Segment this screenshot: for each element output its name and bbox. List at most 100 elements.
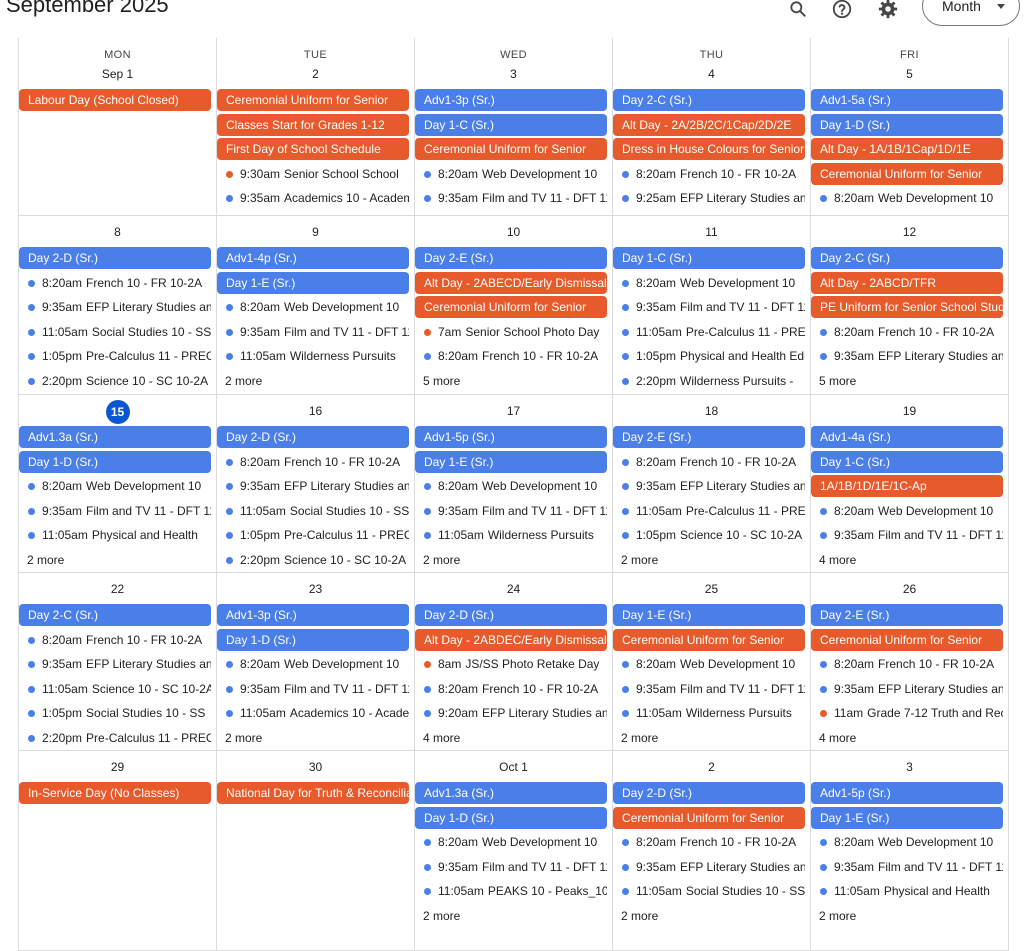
more-events-link[interactable]: 2 more	[613, 727, 658, 749]
all-day-event-chip[interactable]: National Day for Truth & Reconciliation	[217, 782, 409, 804]
all-day-event-chip[interactable]: Ceremonial Uniform for Senior	[217, 89, 409, 111]
timed-event[interactable]: 9:35am Film and TV 11 - DFT 11	[217, 321, 409, 343]
day-cell[interactable]: 24 Day 2-D (Sr.) Alt Day - 2ABDEC/Early Di…	[415, 573, 613, 751]
more-events-link[interactable]: 2 more	[217, 370, 262, 392]
timed-event[interactable]: 8:20am French 10 - FR 10-2A	[415, 678, 607, 700]
all-day-event-chip[interactable]: Day 2-D (Sr.)	[613, 782, 805, 804]
settings-icon[interactable]	[875, 0, 901, 22]
timed-event[interactable]: 8:20am Web Development 10	[811, 831, 1003, 853]
timed-event[interactable]: 11:05am Pre-Calculus 11 - PREC	[613, 321, 805, 343]
timed-event[interactable]: 8:20am French 10 - FR 10-2A	[19, 629, 211, 651]
timed-event[interactable]: 8:20am Web Development 10	[811, 500, 1003, 522]
date-number[interactable]: 24	[415, 582, 612, 596]
day-cell[interactable]: 12 Day 2-C (Sr.) Alt Day - 2ABCD/TFR PE Uni…	[811, 216, 1009, 395]
timed-event[interactable]: 9:35am Film and TV 11 - DFT 11	[613, 678, 805, 700]
all-day-event-chip[interactable]: Alt Day - 2A/2B/2C/1Cap/2D/2E	[613, 113, 805, 136]
day-cell[interactable]: 11 Day 1-C (Sr.) 8:20am Web Development 10 9…	[613, 216, 811, 395]
all-day-event-chip[interactable]: Adv1.3a (Sr.)	[415, 782, 607, 804]
timed-event[interactable]: 9:35amAcademics 10 - Academics	[217, 187, 409, 209]
timed-event[interactable]: 8:20am French 10 - FR 10-2A	[811, 321, 1003, 343]
date-number[interactable]: 11	[613, 225, 810, 239]
all-day-event-chip[interactable]: Day 2-E (Sr.)	[415, 247, 607, 269]
all-day-event-chip[interactable]: Adv1-4a (Sr.)	[811, 426, 1003, 448]
all-day-event-chip[interactable]: Adv1-5p (Sr.)	[415, 426, 607, 448]
date-number[interactable]: 30	[217, 760, 414, 774]
day-cell[interactable]: 29 In-Service Day (No Classes)	[19, 751, 217, 951]
timed-event[interactable]: 8:20am French 10 - FR 10-2A	[613, 163, 805, 185]
timed-event[interactable]: 11:05am Wilderness Pursuits	[613, 702, 805, 724]
today-date-number[interactable]: 15	[19, 400, 216, 424]
timed-event[interactable]: 1:05pm Social Studies 10 - SS	[19, 702, 211, 724]
timed-event[interactable]: 11:05amAcademics 10 - Academics	[217, 702, 409, 724]
help-icon[interactable]	[829, 0, 855, 22]
timed-event[interactable]: 9:35am Film and TV 11 - DFT 11	[415, 856, 607, 878]
date-number[interactable]: 25	[613, 582, 810, 596]
timed-event[interactable]: 11:05am Physical and Health	[811, 880, 1003, 902]
day-cell[interactable]: Oct 1 Adv1.3a (Sr.) Day 1-D (Sr.) 8:20am Web…	[415, 751, 613, 951]
timed-event[interactable]: 8:20am Web Development 10	[217, 296, 409, 318]
timed-event[interactable]: 9:35am EFP Literary Studies and	[613, 475, 805, 497]
all-day-event-chip[interactable]: 1A/1B/1D/1E/1C-Ap	[811, 475, 1003, 497]
timed-event[interactable]: 8:20am French 10 - FR 10-2A	[217, 451, 409, 473]
view-switcher-button[interactable]: Month	[922, 0, 1020, 26]
date-number[interactable]: 18	[613, 404, 810, 418]
timed-event[interactable]: 8:20am Web Development 10	[415, 831, 607, 853]
date-number[interactable]: 29	[19, 760, 216, 774]
day-cell[interactable]: MON Sep 1 Labour Day (School Closed)	[19, 38, 217, 216]
day-cell[interactable]: THU 4 Day 2-C (Sr.) Alt Day - 2A/2B/2C/1Cap…	[613, 38, 811, 216]
all-day-event-chip[interactable]: Day 1-D (Sr.)	[415, 806, 607, 829]
search-icon[interactable]	[785, 0, 811, 22]
date-number[interactable]: 3	[415, 67, 612, 81]
all-day-event-chip[interactable]: Day 1-E (Sr.)	[415, 450, 607, 473]
more-events-link[interactable]: 4 more	[415, 727, 460, 749]
timed-event[interactable]: 11amGrade 7-12 Truth and Reconciliation	[811, 702, 1003, 724]
timed-event[interactable]: 9:35am EFP Literary Studies and	[19, 296, 211, 318]
timed-event[interactable]: 2:20pm Science 10 - SC 10-2A	[19, 370, 211, 392]
timed-event[interactable]: 2:20pm Science 10 - SC 10-2A	[217, 549, 409, 571]
timed-event[interactable]: 8:20am Web Development 10	[811, 187, 1003, 209]
date-number[interactable]: 4	[613, 67, 810, 81]
all-day-event-chip[interactable]: Ceremonial Uniform for Senior	[811, 162, 1003, 185]
day-cell[interactable]: FRI 5 Adv1-5a (Sr.) Day 1-D (Sr.) Alt Day - …	[811, 38, 1009, 216]
all-day-event-chip[interactable]: Day 1-C (Sr.)	[811, 450, 1003, 473]
timed-event[interactable]: 8:20am French 10 - FR 10-2A	[613, 451, 805, 473]
timed-event[interactable]: 11:05am Social Studies 10 - SS	[19, 321, 211, 343]
day-cell[interactable]: 19 Adv1-4a (Sr.) Day 1-C (Sr.) 1A/1B/1D/1E/…	[811, 395, 1009, 573]
day-cell[interactable]: 10 Day 2-E (Sr.) Alt Day - 2ABECD/Early Di…	[415, 216, 613, 395]
all-day-event-chip[interactable]: Labour Day (School Closed)	[19, 89, 211, 111]
more-events-link[interactable]: 5 more	[415, 370, 460, 392]
timed-event[interactable]: 8:20am French 10 - FR 10-2A	[415, 345, 607, 367]
more-events-link[interactable]: 2 more	[811, 905, 856, 927]
timed-event[interactable]: 9:35am EFP Literary Studies and	[19, 653, 211, 675]
timed-event[interactable]: 9:35am Film and TV 11 - DFT 11	[19, 500, 211, 522]
date-number[interactable]: 10	[415, 225, 612, 239]
timed-event[interactable]: 9:35am EFP Literary Studies and	[217, 475, 409, 497]
all-day-event-chip[interactable]: Adv1.3a (Sr.)	[19, 426, 211, 448]
more-events-link[interactable]: 2 more	[613, 549, 658, 571]
timed-event[interactable]: 9:35am EFP Literary Studies and	[613, 856, 805, 878]
timed-event[interactable]: 9:35am Film and TV 11 - DFT 11	[613, 296, 805, 318]
date-number[interactable]: Sep 1	[19, 67, 216, 81]
timed-event[interactable]: 9:35am EFP Literary Studies and	[811, 345, 1003, 367]
all-day-event-chip[interactable]: Day 1-E (Sr.)	[217, 271, 409, 294]
day-cell[interactable]: WED 3 Adv1-3p (Sr.) Day 1-C (Sr.) Ceremonial…	[415, 38, 613, 216]
timed-event[interactable]: 9:35am Film and TV 11 - DFT 11	[811, 856, 1003, 878]
day-cell[interactable]: 25 Day 1-E (Sr.) Ceremonial Uniform for Se…	[613, 573, 811, 751]
all-day-event-chip[interactable]: Day 2-C (Sr.)	[19, 604, 211, 626]
all-day-event-chip[interactable]: Alt Day - 2ABDEC/Early Dismissal	[415, 628, 607, 651]
timed-event[interactable]: 9:35am Film and TV 11 - DFT 11	[811, 524, 1003, 546]
date-number[interactable]: 2	[217, 67, 414, 81]
all-day-event-chip[interactable]: In-Service Day (No Classes)	[19, 782, 211, 804]
more-events-link[interactable]: 2 more	[415, 549, 460, 571]
all-day-event-chip[interactable]: Ceremonial Uniform for Senior	[613, 628, 805, 651]
all-day-event-chip[interactable]: Classes Start for Grades 1-12	[217, 113, 409, 136]
more-events-link[interactable]: 4 more	[811, 549, 856, 571]
date-number[interactable]: 26	[811, 582, 1008, 596]
timed-event[interactable]: 9:30am Senior School School	[217, 163, 409, 185]
all-day-event-chip[interactable]: Alt Day - 1A/1B/1Cap/1D/1E	[811, 138, 1003, 160]
all-day-event-chip[interactable]: Alt Day - 2ABCD/TFR	[811, 271, 1003, 294]
day-cell[interactable]: 15 Adv1.3a (Sr.) Day 1-D (Sr.) 8:20am Web De…	[19, 395, 217, 573]
day-cell[interactable]: 22 Day 2-C (Sr.) 8:20am French 10 - FR 10-2…	[19, 573, 217, 751]
date-number[interactable]: 9	[217, 225, 414, 239]
all-day-event-chip[interactable]: Day 1-D (Sr.)	[19, 450, 211, 473]
